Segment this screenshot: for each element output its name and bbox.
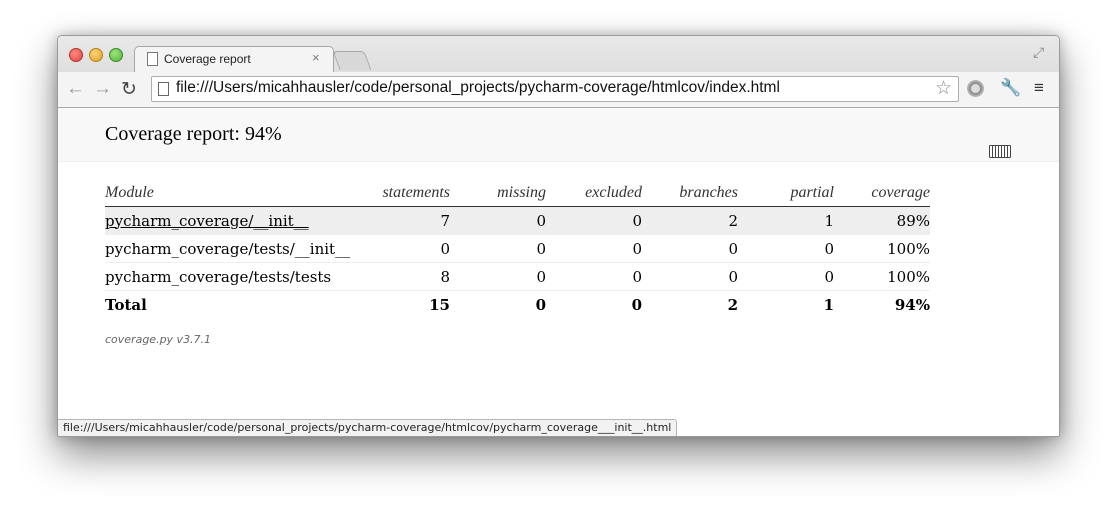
bookmark-star-icon[interactable]: ☆ [935,77,952,100]
address-bar[interactable]: file:///Users/micahhausler/code/personal… [151,76,959,102]
status-bar-url: file:///Users/micahhausler/code/personal… [58,419,678,436]
total-statements: 15 [429,295,450,314]
wrench-icon[interactable]: 🔧 [1000,78,1021,98]
minimize-window-button[interactable] [89,48,103,62]
missing-cell: 0 [450,206,546,235]
module-cell: pycharm_coverage/tests/tests [105,262,362,291]
total-missing: 0 [535,295,546,314]
missing-cell: 0 [450,234,546,263]
report-header: Coverage report: 94% [58,108,1059,162]
tab-title: Coverage report [164,52,251,66]
fullscreen-icon[interactable]: ⤢ [1033,44,1044,61]
excluded-cell: 0 [546,234,642,263]
statements-cell: 7 [362,206,450,235]
total-branches: 2 [727,295,738,314]
tab-close-icon[interactable]: × [312,50,320,65]
excluded-cell: 0 [546,262,642,291]
menu-icon[interactable]: ≡ [1034,78,1044,98]
keyboard-icon[interactable] [989,145,1011,158]
new-tab-button[interactable] [332,51,372,70]
footer-version: coverage.py v3.7.1 [105,333,212,346]
back-icon[interactable]: ← [66,78,85,100]
browser-toolbar: ← → ↻ file:///Users/micahhausler/code/pe… [58,72,1059,107]
module-link[interactable]: pycharm_coverage/tests/tests [105,268,331,286]
missing-cell: 0 [450,262,546,291]
coverage-cell: 89% [834,206,930,235]
table-header-row: Module statements missing excluded branc… [105,179,930,207]
statements-cell: 8 [362,262,450,291]
column-header-branches[interactable]: branches [642,179,738,207]
page-title: Coverage report: 94% [105,123,282,145]
excluded-cell: 0 [546,206,642,235]
extension-icon[interactable] [967,80,984,97]
tab-coverage-report[interactable]: Coverage report × [134,46,334,72]
module-cell: pycharm_coverage/__init__ [105,206,362,235]
column-header-missing[interactable]: missing [450,179,546,207]
column-header-partial[interactable]: partial [738,179,834,207]
column-header-module[interactable]: Module [105,179,362,207]
column-header-statements[interactable]: statements [362,179,450,207]
table-row[interactable]: pycharm_coverage/__init__ 7 0 0 2 1 89% [105,206,930,235]
table-row[interactable]: pycharm_coverage/tests/__init__ 0 0 0 0 … [105,234,930,263]
total-excluded: 0 [631,295,642,314]
branches-cell: 2 [642,206,738,235]
statements-cell: 0 [362,234,450,263]
module-cell: pycharm_coverage/tests/__init__ [105,234,362,263]
page-icon [147,52,158,66]
table-row[interactable]: pycharm_coverage/tests/tests 8 0 0 0 0 1… [105,262,930,291]
module-link[interactable]: pycharm_coverage/tests/__init__ [105,240,350,258]
partial-cell: 0 [738,234,834,263]
browser-chrome: Coverage report × ⤢ ← → ↻ file:///Users/… [58,36,1059,108]
total-label: Total [105,295,147,314]
browser-window: Coverage report × ⤢ ← → ↻ file:///Users/… [57,35,1060,437]
partial-cell: 0 [738,262,834,291]
zoom-window-button[interactable] [109,48,123,62]
forward-icon[interactable]: → [93,78,112,100]
total-coverage: 94% [894,295,930,314]
page-icon [158,82,169,96]
close-window-button[interactable] [69,48,83,62]
column-header-excluded[interactable]: excluded [546,179,642,207]
column-header-coverage[interactable]: coverage [834,179,930,207]
branches-cell: 0 [642,234,738,263]
total-partial: 1 [823,295,834,314]
reload-icon[interactable]: ↻ [121,78,137,101]
partial-cell: 1 [738,206,834,235]
coverage-cell: 100% [834,234,930,263]
address-url[interactable]: file:///Users/micahhausler/code/personal… [176,79,780,97]
module-link[interactable]: pycharm_coverage/__init__ [105,212,309,230]
branches-cell: 0 [642,262,738,291]
coverage-cell: 100% [834,262,930,291]
total-row: Total 15 0 0 2 1 94% [105,291,930,319]
coverage-table: Module statements missing excluded branc… [105,179,930,318]
